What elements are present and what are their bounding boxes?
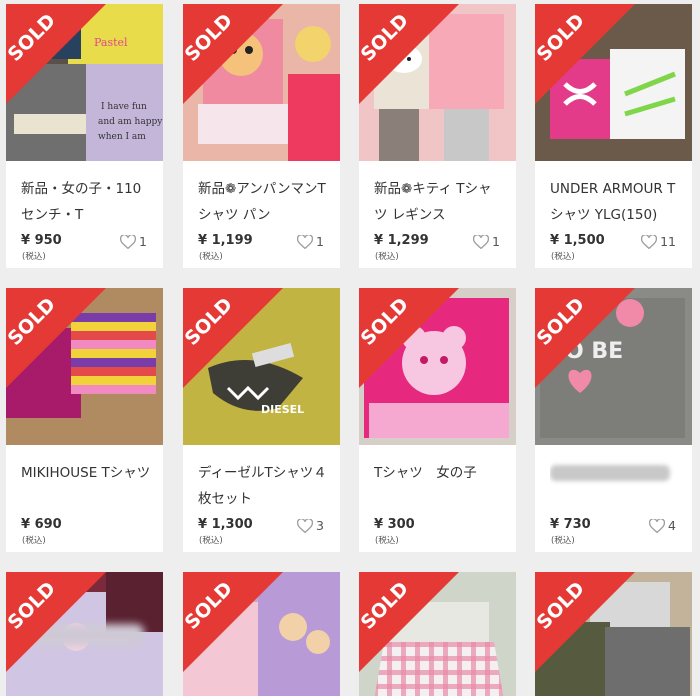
item-title[interactable]: MIKIHOUSE Tシャツ	[21, 460, 151, 518]
item-image-diesel[interactable]: DIESEL	[183, 288, 340, 445]
item-card[interactable]: SOLD UNDER ARMOUR Tシャツ YLG(150) ¥ 1,500 …	[535, 4, 692, 268]
blurred-region	[24, 624, 144, 646]
item-image-pink-bear[interactable]	[359, 288, 516, 445]
tax-label: (税込)	[375, 536, 399, 546]
item-price: ¥ 690	[21, 517, 62, 532]
heart-icon	[641, 234, 658, 249]
item-image-girls-tshirts[interactable]: I have fun and am happy when I am Pastel	[6, 4, 163, 161]
item-title[interactable]: 新品❁キティ Tシャツ レギンス	[374, 176, 504, 234]
item-price: ¥ 1,300	[198, 517, 253, 532]
item-title-blurred[interactable]	[550, 460, 680, 518]
item-price: ¥ 950	[21, 233, 62, 248]
item-title[interactable]: UNDER ARMOUR Tシャツ YLG(150)	[550, 176, 680, 234]
svg-text:and am happy: and am happy	[98, 117, 163, 127]
tax-label: (税込)	[551, 252, 575, 262]
like-count: 3	[316, 518, 324, 533]
heart-icon	[297, 234, 314, 249]
item-card[interactable]: SOLD	[6, 572, 163, 696]
item-card[interactable]: SOLD 新品❁アンパンマンTシャツ パン ¥ 1,199 (税込) 1	[183, 4, 340, 268]
item-card[interactable]: SOLD Tシャツ 女の子 ¥ 300 (税込)	[359, 288, 516, 552]
item-price: ¥ 1,500	[550, 233, 605, 248]
item-card[interactable]: SOLD	[183, 572, 340, 696]
like-count: 1	[139, 234, 147, 249]
item-price: ¥ 1,299	[374, 233, 429, 248]
item-image-girls-princess[interactable]	[6, 572, 163, 696]
like-button[interactable]: 3	[297, 518, 324, 533]
item-price: ¥ 730	[550, 517, 591, 532]
tax-label: (税込)	[22, 252, 46, 262]
svg-text:Pastel: Pastel	[94, 36, 128, 49]
item-card[interactable]: SOLD MIKIHOUSE Tシャツ ¥ 690 (税込)	[6, 288, 163, 552]
blurred-text	[550, 465, 670, 481]
item-image-under-armour[interactable]	[535, 4, 692, 161]
tax-label: (税込)	[551, 536, 575, 546]
item-image-gray-shirts[interactable]	[535, 572, 692, 696]
heart-icon	[473, 234, 490, 249]
like-button[interactable]: 1	[120, 234, 147, 249]
item-image-anpanman[interactable]	[183, 4, 340, 161]
tax-label: (税込)	[199, 252, 223, 262]
item-title[interactable]: ディーゼルTシャツ４枚セット	[198, 460, 328, 518]
heart-icon	[297, 518, 314, 533]
tax-label: (税込)	[199, 536, 223, 546]
item-image-tobe-gray[interactable]: TO BE	[535, 288, 692, 445]
item-price: ¥ 300	[374, 517, 415, 532]
like-button[interactable]: 1	[473, 234, 500, 249]
svg-text:DIESEL: DIESEL	[261, 403, 304, 416]
heart-icon	[649, 518, 666, 533]
like-count: 11	[660, 234, 676, 249]
like-count: 1	[492, 234, 500, 249]
like-button[interactable]: 11	[641, 234, 676, 249]
svg-text:when I am: when I am	[98, 132, 146, 142]
item-image-hello-kitty[interactable]	[359, 4, 516, 161]
svg-text:TO BE: TO BE	[550, 339, 623, 364]
item-title[interactable]: 新品❁アンパンマンTシャツ パン	[198, 176, 328, 234]
item-card[interactable]: SOLD	[359, 572, 516, 696]
like-count: 4	[668, 518, 676, 533]
like-button[interactable]: 1	[297, 234, 324, 249]
like-button[interactable]: 4	[649, 518, 676, 533]
item-price: ¥ 1,199	[198, 233, 253, 248]
item-card[interactable]: TO BE SOLD ¥ 730 (税込) 4	[535, 288, 692, 552]
like-count: 1	[316, 234, 324, 249]
tax-label: (税込)	[375, 252, 399, 262]
tax-label: (税込)	[22, 536, 46, 546]
item-card[interactable]: SOLD 新品❁キティ Tシャツ レギンス ¥ 1,299 (税込) 1	[359, 4, 516, 268]
item-image-mikihouse[interactable]	[6, 288, 163, 445]
heart-icon	[120, 234, 137, 249]
item-card[interactable]: DIESEL SOLD ディーゼルTシャツ４枚セット ¥ 1,300 (税込) …	[183, 288, 340, 552]
item-image-precure[interactable]	[183, 572, 340, 696]
item-title[interactable]: Tシャツ 女の子	[374, 460, 504, 518]
svg-text:I have fun: I have fun	[101, 102, 147, 112]
item-title[interactable]: 新品・女の子・110センチ・T	[21, 176, 151, 234]
item-image-plaid-dress[interactable]	[359, 572, 516, 696]
item-card[interactable]: SOLD	[535, 572, 692, 696]
item-card[interactable]: I have fun and am happy when I am Pastel…	[6, 4, 163, 268]
